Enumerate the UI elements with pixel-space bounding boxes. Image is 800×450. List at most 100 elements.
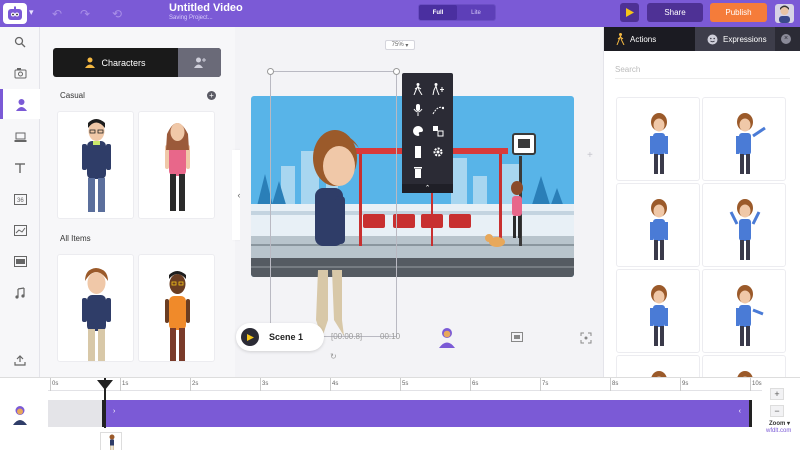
selection-box[interactable] [270, 71, 397, 337]
zoom-in-button[interactable]: + [770, 388, 784, 400]
add-character-button[interactable] [178, 48, 221, 77]
screen-icon[interactable] [511, 332, 523, 342]
add-user-icon [193, 57, 206, 68]
character-card[interactable] [57, 254, 134, 362]
tool-delete[interactable] [410, 164, 426, 180]
resize-handle[interactable] [393, 68, 400, 75]
right-panel-tabs: Actions Expressions [604, 27, 800, 51]
action-card[interactable] [702, 269, 786, 353]
track-thumbnail[interactable] [100, 432, 122, 450]
reset-icon[interactable]: ↻ [330, 352, 337, 361]
action-card[interactable] [702, 97, 786, 181]
character-track[interactable]: › ‹ [102, 400, 752, 427]
close-icon[interactable]: × [781, 34, 791, 44]
track-end-arrow[interactable]: ‹ [739, 408, 741, 415]
zoom-label: Zoom ▾ [769, 421, 791, 427]
timeline-ruler[interactable]: 0s 1s 2s 3s 4s 5s 6s 7s 8s 9s 10s [48, 378, 762, 391]
tab-characters[interactable]: Characters [53, 48, 178, 77]
tool-walk[interactable] [410, 81, 426, 97]
publish-button[interactable]: Publish [710, 3, 767, 22]
background-icon [13, 255, 27, 267]
action-card[interactable] [702, 183, 786, 267]
nav-search[interactable] [0, 27, 40, 57]
tool-color[interactable] [410, 123, 426, 139]
character-avatar-icon[interactable] [438, 327, 456, 348]
nav-characters[interactable] [0, 89, 40, 119]
user-avatar-icon [779, 5, 790, 23]
action-card[interactable] [616, 183, 700, 267]
top-bar: ▾ ↶ ↷ ⟲ Untitled Video Saving Project...… [0, 0, 800, 27]
action-preview-shrug [729, 199, 761, 260]
ruler-tick-line [260, 378, 261, 391]
ruler-tick-label: 2s [192, 381, 199, 387]
track-start-arrow[interactable]: › [113, 408, 115, 415]
chevron-down-icon[interactable]: ▾ [29, 7, 34, 18]
character-boy-orange [165, 271, 190, 361]
action-preview-stand [650, 285, 668, 346]
tab-actions[interactable]: Actions [604, 27, 695, 51]
mode-toggle[interactable]: Full Lite [418, 4, 496, 21]
nav-music[interactable] [0, 278, 40, 308]
nav-text[interactable] [0, 153, 40, 183]
right-panel: Actions Expressions × Search [603, 27, 800, 439]
tool-motion-path[interactable] [430, 102, 446, 118]
ruler-tick-label: 6s [472, 381, 479, 387]
tool-voice[interactable] [410, 102, 426, 118]
preview-button[interactable] [620, 3, 639, 22]
character-card[interactable] [138, 111, 215, 219]
play-icon [246, 333, 254, 341]
mode-lite[interactable]: Lite [457, 5, 495, 20]
search-icon [14, 36, 26, 48]
scene-selector[interactable]: Scene 1 [236, 323, 324, 351]
redo-icon[interactable]: ↷ [80, 7, 90, 21]
ruler-tick-label: 1s [122, 381, 129, 387]
tool-walk-add[interactable] [430, 81, 446, 97]
gear-icon [433, 147, 443, 157]
tool-swap[interactable] [430, 123, 446, 139]
character-icon [85, 57, 96, 68]
mode-full[interactable]: Full [419, 5, 457, 20]
tab-expressions[interactable]: Expressions [695, 27, 775, 51]
nav-numbers[interactable]: 36 [0, 184, 40, 214]
toolbox-collapse[interactable]: ⌃ [402, 184, 453, 193]
play-scene-button[interactable] [241, 328, 259, 346]
ruler-tick-label: 10s [752, 381, 762, 387]
ruler-tick-label: 9s [682, 381, 689, 387]
avatar[interactable] [775, 4, 794, 23]
character-toolbox: ⌃ [402, 73, 453, 193]
ruler-tick-line [190, 378, 191, 391]
nav-media[interactable] [0, 58, 40, 88]
canvas-zoom-select[interactable]: 75% ▾ [385, 40, 415, 50]
track-empty-region [48, 400, 102, 427]
project-title[interactable]: Untitled Video [169, 2, 243, 14]
character-avatar-icon[interactable] [12, 405, 28, 425]
action-card[interactable] [616, 269, 700, 353]
add-scene-icon[interactable]: + [587, 150, 593, 161]
action-preview-wave [736, 113, 766, 174]
add-casual-icon[interactable]: + [207, 91, 216, 100]
action-search-input[interactable]: Search [615, 61, 790, 79]
text-icon [15, 163, 25, 173]
logo-icon [8, 6, 22, 20]
playhead-marker[interactable] [97, 380, 113, 390]
media-icon [14, 68, 26, 79]
nav-props[interactable] [0, 122, 40, 152]
tool-settings[interactable] [430, 144, 446, 160]
resize-handle[interactable] [267, 68, 274, 75]
history-icon[interactable]: ⟲ [112, 7, 122, 21]
fit-screen-icon[interactable] [580, 332, 592, 344]
undo-icon[interactable]: ↶ [52, 7, 62, 21]
upload-icon [14, 355, 26, 366]
nav-upload[interactable] [0, 345, 40, 375]
share-button[interactable]: Share [647, 3, 703, 22]
app-logo[interactable] [3, 3, 27, 24]
character-card[interactable] [57, 111, 134, 219]
character-card[interactable] [138, 254, 215, 362]
action-card[interactable] [616, 97, 700, 181]
nav-charts[interactable] [0, 215, 40, 245]
svg-text:36: 36 [17, 198, 24, 204]
zoom-out-button[interactable]: − [770, 405, 784, 417]
nav-backgrounds[interactable] [0, 246, 40, 276]
layer-icon [415, 146, 421, 158]
tool-layer[interactable] [410, 144, 426, 160]
